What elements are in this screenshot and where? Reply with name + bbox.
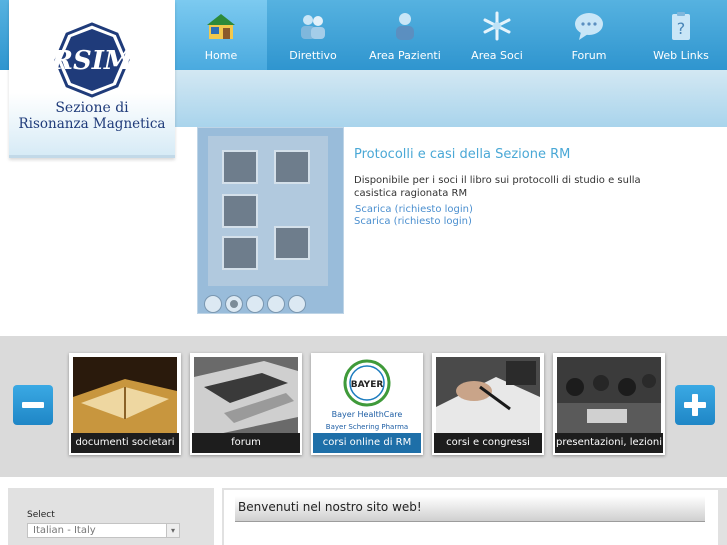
slide-dot-2[interactable] — [225, 295, 243, 313]
card-label: forum — [192, 433, 300, 453]
carousel-card-presentazioni[interactable]: presentazioni, lezioni — [553, 353, 665, 455]
card-label: presentazioni, lezioni — [555, 433, 663, 453]
nav-label: Direttivo — [289, 49, 337, 62]
writing-photo — [436, 357, 540, 435]
welcome-title: Benvenuti nel nostro sito web! — [238, 500, 422, 514]
nav-area-pazienti[interactable]: Area Pazienti — [359, 0, 451, 70]
logo-monogram: RSIM — [54, 46, 130, 76]
carousel-card-corsi-online[interactable]: BAYER Bayer HealthCare Bayer Schering Ph… — [311, 353, 423, 455]
mri-thumbnail — [274, 226, 310, 260]
svg-text:Bayer Schering Pharma: Bayer Schering Pharma — [326, 423, 408, 431]
carousel-prev-button[interactable] — [13, 385, 53, 425]
svg-text:Bayer HealthCare: Bayer HealthCare — [332, 410, 403, 419]
audience-photo — [557, 357, 661, 435]
header-sub-band — [175, 70, 727, 127]
chevron-down-icon[interactable]: ▾ — [166, 524, 179, 537]
nav-home[interactable]: Home — [175, 0, 267, 70]
nav-forum[interactable]: Forum — [543, 0, 635, 70]
logo-line-2: Risonanza Magnetica — [18, 116, 166, 132]
slide-download-link[interactable]: Scarica (richiesto login) — [355, 204, 473, 215]
nav-web-links[interactable]: ? Web Links — [635, 0, 727, 70]
nav-label: Web Links — [653, 49, 709, 62]
slide-download-link-2[interactable]: Scarica (richiesto login) — [354, 216, 472, 227]
nav-label: Forum — [571, 49, 607, 62]
carousel-next-button[interactable] — [675, 385, 715, 425]
carousel-card-documenti[interactable]: documenti societari — [69, 353, 181, 455]
people-icon — [301, 15, 325, 39]
slide-dot-3[interactable] — [246, 295, 264, 313]
slide-title: Protocolli e casi della Sezione RM — [354, 147, 571, 162]
book-photo — [73, 357, 177, 435]
nav-direttivo[interactable]: Direttivo — [267, 0, 359, 70]
speech-bubble-icon — [575, 13, 603, 40]
carousel-card-corsi-congressi[interactable]: corsi e congressi — [432, 353, 544, 455]
laptop-photo — [194, 357, 298, 435]
mri-thumbnail — [222, 236, 258, 270]
svg-text:BAYER: BAYER — [351, 380, 384, 390]
mri-thumbnail — [274, 150, 310, 184]
snowflake-icon — [483, 11, 511, 41]
carousel-card-forum[interactable]: forum — [190, 353, 302, 455]
slide-dot-5[interactable] — [288, 295, 306, 313]
site-logo[interactable]: RSIM Sezione di Risonanza Magnetica — [9, 0, 175, 158]
book-cover — [208, 136, 328, 286]
card-label: corsi online di RM — [313, 433, 421, 453]
card-label: corsi e congressi — [434, 433, 542, 453]
rsim-emblem-logo: RSIM — [54, 22, 130, 98]
slide-dot-1[interactable] — [204, 295, 222, 313]
nav-label: Home — [204, 49, 238, 62]
language-select-value: Italian - Italy — [33, 525, 96, 536]
card-label: documenti societari — [71, 433, 179, 453]
main-nav: Home Direttivo Area Pazienti Area Soci F… — [175, 0, 727, 70]
logo-line-1: Sezione di — [55, 100, 129, 116]
slide-image[interactable] — [197, 127, 344, 314]
language-select[interactable]: Italian - Italy ▾ — [27, 523, 180, 538]
mri-thumbnail — [222, 150, 258, 184]
nav-area-soci[interactable]: Area Soci — [451, 0, 543, 70]
patient-icon — [396, 13, 414, 40]
minus-icon — [22, 402, 44, 408]
question-icon: ? — [672, 12, 690, 40]
svg-text:?: ? — [677, 19, 686, 38]
slide-description: Disponibile per i soci il libro sui prot… — [354, 175, 641, 199]
nav-label: Area Soci — [471, 49, 523, 62]
mri-thumbnail — [222, 194, 258, 228]
nav-label: Area Pazienti — [369, 49, 441, 62]
home-icon — [207, 14, 235, 39]
language-select-label: Select — [27, 510, 55, 520]
bayer-logo: BAYER Bayer HealthCare Bayer Schering Ph… — [315, 357, 419, 435]
slide-pager — [204, 295, 306, 313]
page: Home Direttivo Area Pazienti Area Soci F… — [0, 0, 727, 545]
slide-dot-4[interactable] — [267, 295, 285, 313]
